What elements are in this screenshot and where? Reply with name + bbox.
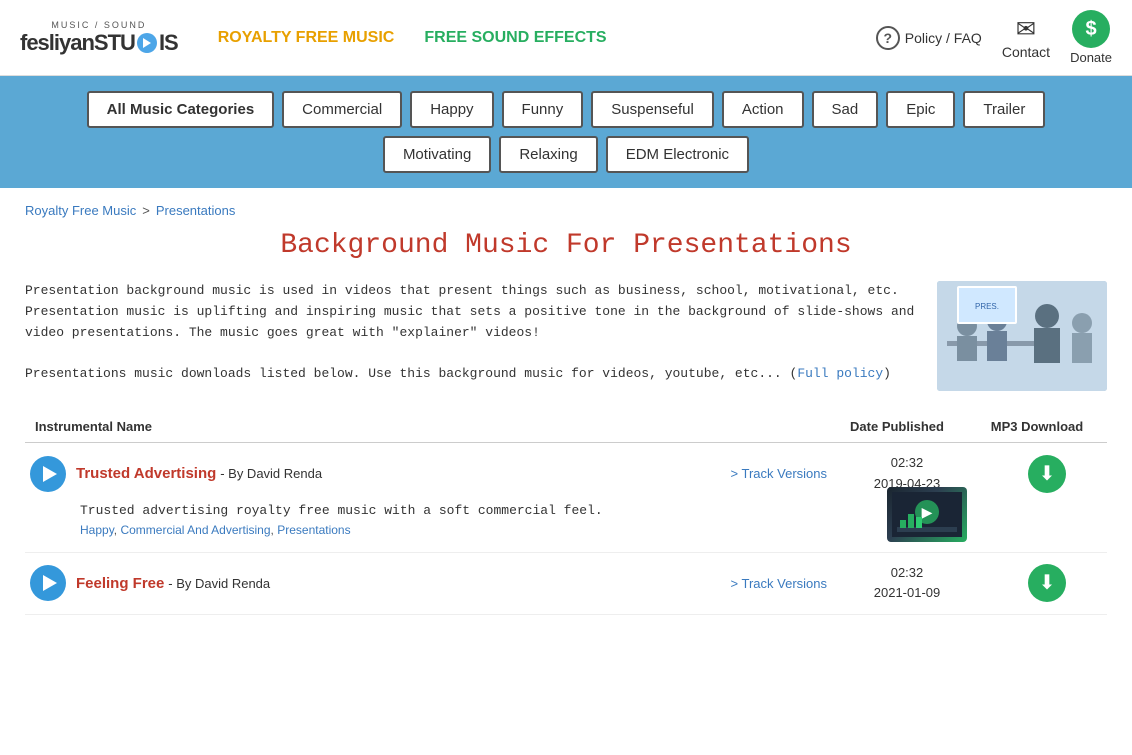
- contact-label: Contact: [1002, 44, 1050, 60]
- track-title[interactable]: Trusted Advertising: [76, 465, 216, 482]
- tag-happy[interactable]: Happy: [80, 523, 114, 537]
- content-area: Royalty Free Music > Presentations Backg…: [0, 188, 1132, 630]
- track-author: - By David Renda: [168, 576, 270, 591]
- presentation-image: PRES.: [937, 281, 1107, 391]
- site-header: MUSIC / SOUND fesliyanSTU IS ROYALTY FRE…: [0, 0, 1132, 76]
- logo[interactable]: MUSIC / SOUND fesliyanSTU IS: [20, 20, 178, 56]
- track-row: Feeling Free - By David Renda > Track Ve…: [25, 553, 1107, 616]
- track-versions-link[interactable]: > Track Versions: [731, 576, 827, 591]
- cat-trailer[interactable]: Trailer: [963, 91, 1045, 128]
- cat-commercial[interactable]: Commercial: [282, 91, 402, 128]
- breadcrumb-separator: >: [142, 203, 150, 218]
- play-button[interactable]: [30, 565, 66, 601]
- track-thumbnail: ▶: [887, 487, 967, 542]
- track-main-row: Feeling Free - By David Renda > Track Ve…: [25, 563, 1107, 605]
- policy-icon: ?: [876, 26, 900, 50]
- category-row-1: All Music Categories Commercial Happy Fu…: [20, 91, 1112, 128]
- page-title: Background Music For Presentations: [25, 230, 1107, 261]
- cat-funny[interactable]: Funny: [502, 91, 584, 128]
- track-author: - By David Renda: [220, 466, 322, 481]
- logo-tagline: MUSIC / SOUND: [20, 20, 178, 30]
- play-button[interactable]: [30, 456, 66, 492]
- table-header: Instrumental Name Date Published MP3 Dow…: [25, 411, 1107, 443]
- breadcrumb-home[interactable]: Royalty Free Music: [25, 203, 136, 218]
- tag-presentations[interactable]: Presentations: [277, 523, 350, 537]
- cat-edm-electronic[interactable]: EDM Electronic: [606, 136, 749, 173]
- logo-play-icon: [137, 33, 157, 53]
- nav-free-sound-effects[interactable]: FREE SOUND EFFECTS: [424, 28, 606, 47]
- description-image: PRES.: [937, 281, 1107, 391]
- download-icon: ⬇: [1028, 455, 1066, 493]
- cat-happy[interactable]: Happy: [410, 91, 493, 128]
- full-policy-link[interactable]: Full policy: [797, 366, 883, 381]
- description-area: Presentation background music is used in…: [25, 281, 1107, 391]
- track-versions-link[interactable]: > Track Versions: [731, 466, 827, 481]
- logo-text: fesliyanSTU IS: [20, 30, 178, 56]
- cat-motivating[interactable]: Motivating: [383, 136, 491, 173]
- col-header-date: Date Published: [817, 419, 977, 434]
- cat-sad[interactable]: Sad: [812, 91, 879, 128]
- download-arrow-icon: ⬇: [1039, 464, 1056, 484]
- description-para-1: Presentation background music is used in…: [25, 281, 917, 343]
- svg-text:PRES.: PRES.: [975, 302, 999, 311]
- track-date: 02:32 2021-01-09: [827, 563, 987, 605]
- nav-links: ROYALTY FREE MUSIC FREE SOUND EFFECTS: [218, 28, 876, 47]
- download-button[interactable]: ⬇: [987, 564, 1107, 602]
- category-bar: All Music Categories Commercial Happy Fu…: [0, 76, 1132, 188]
- breadcrumb: Royalty Free Music > Presentations: [25, 203, 1107, 218]
- col-header-name: Instrumental Name: [35, 419, 817, 434]
- track-info: Trusted Advertising - By David Renda: [76, 465, 711, 482]
- donate-button[interactable]: $ Donate: [1070, 10, 1112, 65]
- download-arrow-icon: ⬇: [1039, 573, 1056, 593]
- header-right: ? Policy / FAQ ✉ Contact $ Donate: [876, 10, 1112, 65]
- track-duration: 02:32: [827, 563, 987, 584]
- contact-link[interactable]: ✉ Contact: [1002, 15, 1050, 60]
- tag-commercial[interactable]: Commercial And Advertising: [120, 523, 270, 537]
- description-para-2: Presentations music downloads listed bel…: [25, 364, 917, 385]
- cat-suspenseful[interactable]: Suspenseful: [591, 91, 714, 128]
- download-icon: ⬇: [1028, 564, 1066, 602]
- cat-action[interactable]: Action: [722, 91, 804, 128]
- track-info: Feeling Free - By David Renda: [76, 575, 711, 592]
- download-button[interactable]: ⬇: [987, 455, 1107, 493]
- cat-epic[interactable]: Epic: [886, 91, 955, 128]
- policy-faq-link[interactable]: ? Policy / FAQ: [876, 26, 982, 50]
- category-row-2: Motivating Relaxing EDM Electronic: [20, 136, 1112, 173]
- col-header-download: MP3 Download: [977, 419, 1097, 434]
- breadcrumb-current[interactable]: Presentations: [156, 203, 236, 218]
- description-text: Presentation background music is used in…: [25, 281, 917, 391]
- svg-text:▶: ▶: [922, 504, 933, 520]
- track-title[interactable]: Feeling Free: [76, 575, 164, 592]
- cat-relaxing[interactable]: Relaxing: [499, 136, 597, 173]
- contact-icon: ✉: [1016, 15, 1036, 44]
- nav-royalty-free-music[interactable]: ROYALTY FREE MUSIC: [218, 28, 395, 47]
- donate-label: Donate: [1070, 50, 1112, 65]
- track-row: Trusted Advertising - By David Renda > T…: [25, 443, 1107, 553]
- track-duration: 02:32: [827, 453, 987, 474]
- policy-faq-label: Policy / FAQ: [905, 30, 982, 46]
- cat-all-music[interactable]: All Music Categories: [87, 91, 275, 128]
- donate-icon: $: [1072, 10, 1110, 48]
- track-publish-date: 2021-01-09: [827, 583, 987, 604]
